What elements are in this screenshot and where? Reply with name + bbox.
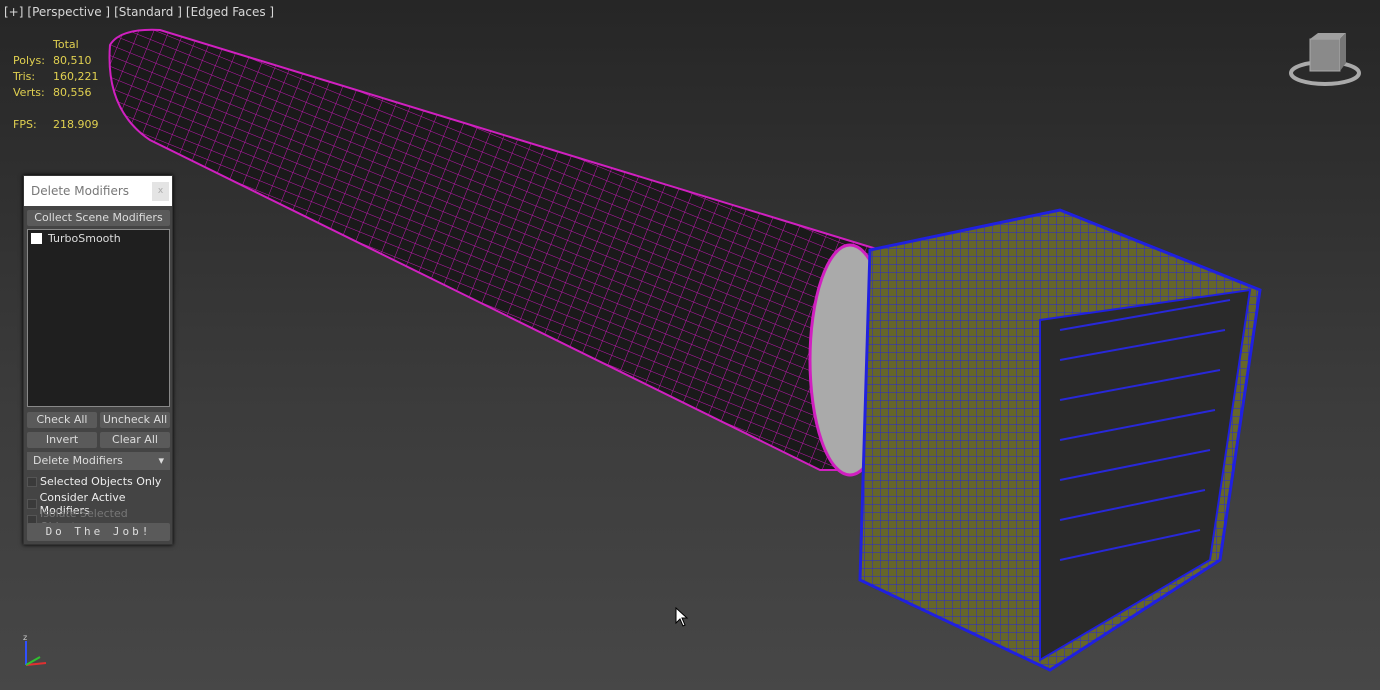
modifier-list[interactable]: TurboSmooth: [27, 229, 170, 407]
chevron-down-icon: ▾: [158, 454, 164, 467]
fps-label: FPS:: [13, 118, 37, 131]
mode-dropdown-value: Delete Modifiers: [33, 454, 123, 467]
invert-button[interactable]: Invert: [27, 432, 97, 448]
uncheck-all-button[interactable]: Uncheck All: [100, 412, 170, 428]
viewport-display-menu[interactable]: [Edged Faces ]: [186, 5, 274, 19]
perspective-viewport[interactable]: [+] [Perspective ] [Standard ] [Edged Faces…: [0, 0, 1380, 690]
modifier-checkbox[interactable]: [31, 233, 42, 244]
verts-value: 80,556: [53, 86, 92, 99]
viewport-label-menu[interactable]: [+] [Perspective ] [Standard ] [Edged Faces…: [4, 5, 278, 19]
clear-all-button[interactable]: Clear All: [100, 432, 170, 448]
viewport-shading-menu[interactable]: [Standard ]: [114, 5, 182, 19]
dialog-title-bar[interactable]: Delete Modifiers x: [24, 176, 172, 206]
checkbox-box[interactable]: [27, 476, 37, 487]
tris-label: Tris:: [13, 70, 36, 83]
axis-gizmo: z: [23, 633, 47, 666]
check-all-button[interactable]: Check All: [27, 412, 97, 428]
polys-label: Polys:: [13, 54, 45, 67]
collect-scene-modifiers-button[interactable]: Collect Scene Modifiers: [27, 210, 170, 226]
stats-header: Total: [53, 38, 79, 51]
viewcube[interactable]: [1288, 33, 1363, 88]
polys-value: 80,510: [53, 54, 92, 67]
list-item[interactable]: TurboSmooth: [28, 230, 169, 247]
launch-frame: [858, 208, 1262, 672]
rocket-body: [108, 28, 892, 477]
checkbox-label: Selected Objects Only: [40, 475, 162, 488]
mouse-cursor-icon: [675, 607, 689, 627]
viewport-pov-menu[interactable]: [Perspective ]: [27, 5, 110, 19]
dialog-title: Delete Modifiers: [31, 184, 130, 198]
modifier-name: TurboSmooth: [48, 232, 121, 245]
axis-z-label: z: [23, 633, 27, 642]
viewport-plus-menu[interactable]: [+]: [4, 5, 23, 19]
selected-objects-only-checkbox[interactable]: Selected Objects Only: [27, 475, 161, 488]
scene-statistics: Total Polys: 80,510 Tris: 160,221 Verts: 80…: [13, 37, 99, 133]
tris-value: 160,221: [53, 70, 99, 83]
fps-value: 218.909: [53, 118, 99, 131]
mode-dropdown[interactable]: Delete Modifiers ▾: [27, 452, 170, 470]
close-button[interactable]: x: [152, 182, 169, 201]
delete-modifiers-dialog: Delete Modifiers x Collect Scene Modifier…: [23, 175, 173, 545]
do-the-job-button[interactable]: Do The Job!: [27, 523, 170, 541]
verts-label: Verts:: [13, 86, 45, 99]
scene-model[interactable]: [0, 0, 1380, 690]
